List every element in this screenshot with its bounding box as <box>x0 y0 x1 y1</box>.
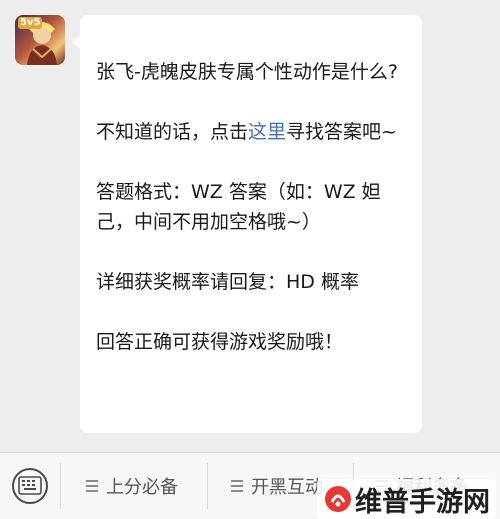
message-bubble: 张飞-虎魄皮肤专属个性动作是什么? 不知道的话，点击这里寻找答案吧~ 答题格式：… <box>72 15 422 433</box>
menu-divider <box>207 463 208 509</box>
menu-item-label: 上分必备 <box>106 477 178 498</box>
message-question: 张飞-虎魄皮肤专属个性动作是什么? <box>96 61 398 83</box>
message-format: 答题格式：WZ 答案（如：WZ 妲己，中间不用加空格哦~） <box>96 181 381 233</box>
menu-divider <box>60 463 61 509</box>
menu-item-label: 开黑互动 <box>251 477 323 498</box>
message-hint-suffix: 寻找答案吧~ <box>286 121 397 143</box>
keyboard-button[interactable] <box>12 468 48 504</box>
watermark: 维普手游网 <box>317 479 496 519</box>
answer-link[interactable]: 这里 <box>248 121 286 143</box>
watermark-logo-icon <box>325 486 351 512</box>
message-probability: 详细获奖概率请回复：HD 概率 <box>96 271 359 293</box>
keyboard-icon <box>18 476 42 495</box>
watermark-text: 维普手游网 <box>355 486 490 518</box>
chat-area: 5v5 张飞-虎魄皮肤专属个性动作是什么? 不知道的话，点击这里寻找答案吧~ 答… <box>0 0 500 452</box>
message-reward: 回答正确可获得游戏奖励哦！ <box>96 331 344 353</box>
menu-list-icon <box>86 477 98 495</box>
avatar[interactable]: 5v5 <box>15 15 65 65</box>
menu-item-team-up[interactable]: 开黑互动 <box>231 471 323 501</box>
menu-list-icon <box>231 477 243 495</box>
message-hint: 不知道的话，点击这里寻找答案吧~ <box>96 117 406 147</box>
avatar-badge: 5v5 <box>18 17 43 29</box>
menu-item-rank-up[interactable]: 上分必备 <box>86 471 178 501</box>
message-hint-prefix: 不知道的话，点击 <box>96 121 249 143</box>
